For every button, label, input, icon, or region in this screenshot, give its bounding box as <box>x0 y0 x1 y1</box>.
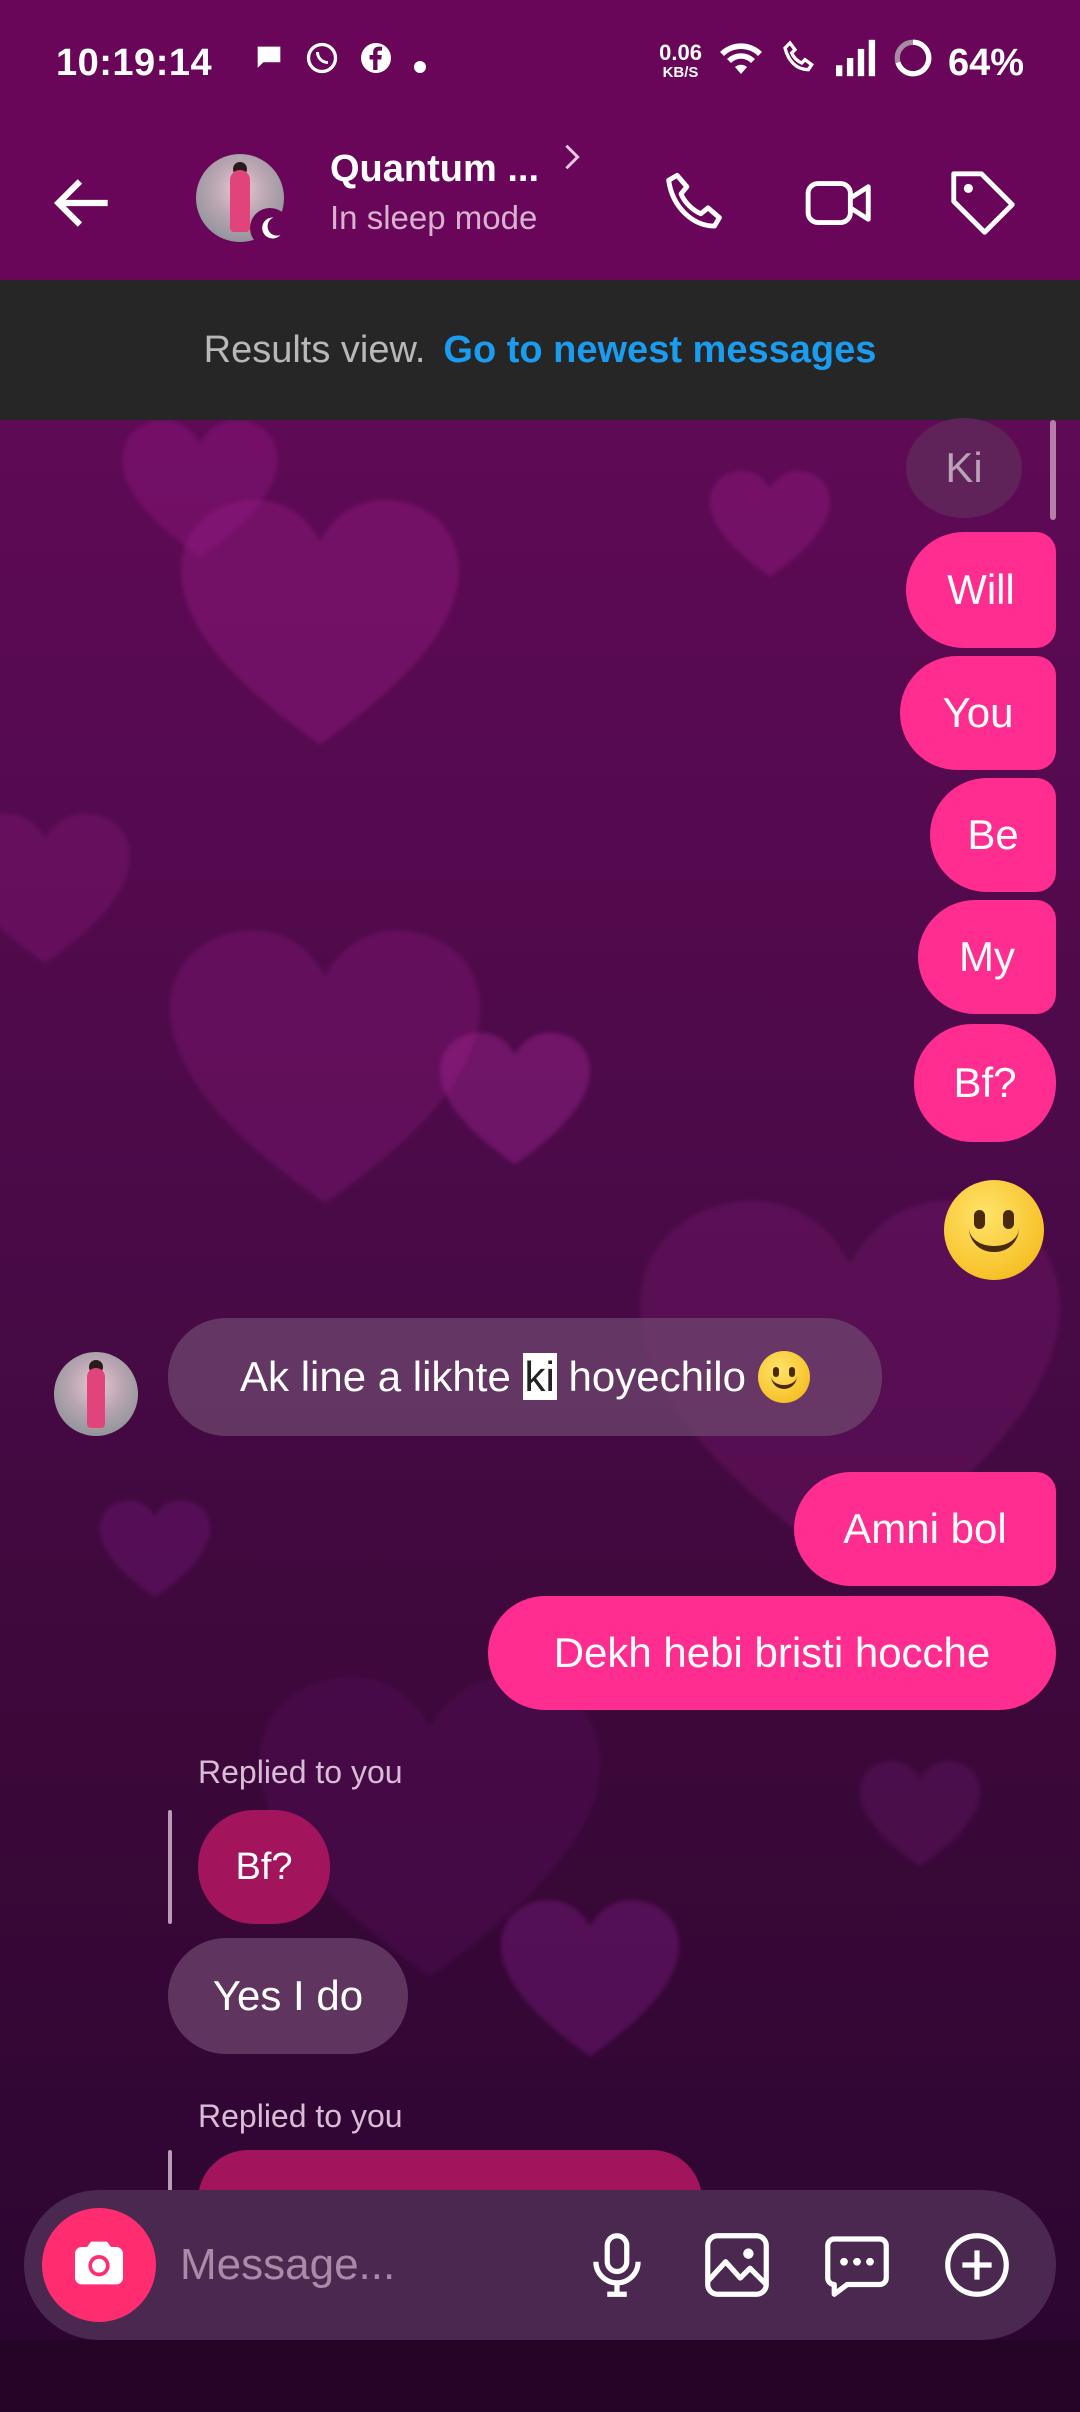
results-view-label: Results view. <box>203 328 426 371</box>
message-incoming[interactable]: Ak line a likhte ki hoyechilo <box>168 1318 882 1436</box>
sender-avatar[interactable] <box>54 1352 138 1436</box>
tag-icon[interactable] <box>944 164 1022 242</box>
network-speed: 0.06 KB/S <box>659 40 702 83</box>
gallery-icon[interactable] <box>698 2226 776 2304</box>
phone-call-icon[interactable] <box>656 164 734 242</box>
results-view-banner: Results view. Go to newest messages <box>0 280 1080 420</box>
bottom-area <box>0 2340 1080 2412</box>
whatsapp-icon <box>304 40 340 86</box>
message-text: Will <box>947 566 1015 613</box>
moon-icon <box>250 208 290 248</box>
network-speed-value: 0.06 <box>659 40 702 65</box>
contact-info[interactable]: Quantum ... In sleep mode <box>330 144 583 237</box>
search-highlight: ki <box>522 1353 557 1400</box>
message-outgoing[interactable]: My <box>918 900 1056 1014</box>
background-heart <box>710 470 830 580</box>
facebook-icon <box>358 40 394 86</box>
smile-emoji[interactable] <box>944 1180 1044 1280</box>
message-input[interactable] <box>180 2230 560 2300</box>
network-speed-unit: KB/S <box>662 64 699 81</box>
message-text: Be <box>967 811 1019 858</box>
status-right: 0.06 KB/S 64% <box>659 37 1024 89</box>
message-outgoing[interactable]: You <box>900 656 1056 770</box>
background-heart <box>860 1760 980 1870</box>
message-outgoing[interactable]: Will <box>906 532 1056 648</box>
scrollbar[interactable] <box>1050 420 1056 520</box>
background-heart <box>170 930 480 1210</box>
contact-avatar[interactable] <box>196 154 290 248</box>
message-text: Ak line a likhte ki hoyechilo <box>240 1353 746 1400</box>
message-text: My <box>959 933 1015 980</box>
background-heart <box>500 1900 680 2060</box>
background-heart <box>100 1500 210 1600</box>
chat-header: Quantum ... In sleep mode <box>0 126 1080 280</box>
message-text: You <box>942 689 1014 736</box>
status-bar: 10:19:14 0.06 KB/S 64% <box>0 0 1080 126</box>
microphone-icon[interactable] <box>578 2226 656 2304</box>
notification-icons <box>252 40 428 86</box>
message-text: Bf? <box>235 1845 293 1888</box>
camera-icon <box>67 2231 131 2300</box>
contact-name: Quantum ... <box>330 148 539 190</box>
message-composer <box>24 2190 1056 2340</box>
signal-icon <box>834 38 878 88</box>
battery-percent: 64% <box>947 41 1024 84</box>
dot-icon <box>412 42 428 85</box>
message-text: Dekh hebi bristi hocche <box>553 1629 991 1676</box>
message-ghost[interactable]: Ki <box>906 418 1022 518</box>
go-to-newest-link[interactable]: Go to newest messages <box>443 329 876 372</box>
message-outgoing[interactable]: Dekh hebi bristi hocche <box>488 1596 1056 1710</box>
wifi-icon <box>716 38 766 88</box>
background-heart <box>0 780 130 1000</box>
replied-to-label: Replied to you <box>198 1754 403 1790</box>
message-text: Yes I do <box>212 1972 364 2019</box>
video-call-icon[interactable] <box>800 164 878 242</box>
camera-button[interactable] <box>42 2208 156 2322</box>
message-outgoing[interactable]: Be <box>930 778 1056 892</box>
chat-screen: 10:19:14 0.06 KB/S 64% Quantum ... In sl… <box>0 0 1080 2412</box>
message-text: Ki <box>945 444 983 491</box>
message-text: Amni bol <box>843 1505 1007 1552</box>
smile-emoji <box>757 1351 810 1403</box>
status-time: 10:19:14 <box>56 41 213 84</box>
message-text: Bf? <box>953 1059 1017 1106</box>
message-outgoing[interactable]: Bf? <box>914 1024 1056 1142</box>
chat-bubble-icon[interactable] <box>818 2226 896 2304</box>
quote-bar <box>168 1810 172 1924</box>
contact-status: In sleep mode <box>330 199 538 236</box>
battery-icon <box>892 37 934 89</box>
replied-to-label: Replied to you <box>198 2098 403 2134</box>
background-heart <box>120 420 280 560</box>
chat-notification-icon <box>252 41 286 85</box>
quoted-message[interactable]: Bf? <box>198 1810 330 1924</box>
background-heart <box>440 1030 590 1170</box>
message-incoming[interactable]: Yes I do <box>168 1938 408 2054</box>
message-outgoing[interactable]: Amni bol <box>794 1472 1056 1586</box>
chevron-right-icon <box>561 142 583 180</box>
plus-circle-icon[interactable] <box>938 2226 1016 2304</box>
back-arrow-icon[interactable] <box>46 166 120 240</box>
wifi-call-icon <box>780 38 820 88</box>
